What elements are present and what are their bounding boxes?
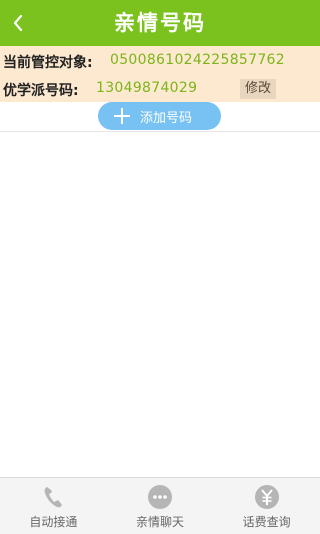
tab-label-balance-query: 话费查询 — [242, 515, 291, 529]
tab-balance-query[interactable]: 话费查询 — [213, 478, 320, 534]
control-info-panel: 当前管控对象: 0500861024225857762 优学派号码: 13049… — [0, 46, 320, 103]
tab-family-chat[interactable]: 亲情聊天 — [107, 478, 214, 534]
controlled-target-label: 当前管控对象: — [3, 55, 93, 71]
yuan-icon — [254, 484, 280, 510]
plus-icon — [114, 108, 130, 124]
edit-button[interactable]: 修改 — [240, 79, 276, 99]
title-bar: 亲情号码 — [0, 0, 320, 46]
add-number-bar: 添加号码 — [0, 102, 320, 132]
tab-label-auto-answer: 自动接通 — [29, 515, 78, 529]
controlled-target-value: 0500861024225857762 — [110, 52, 285, 68]
add-number-label: 添加号码 — [140, 110, 193, 126]
device-number-row: 优学派号码: 13049874029 修改 — [0, 75, 320, 103]
tab-auto-answer[interactable]: 自动接通 — [0, 478, 107, 534]
bottom-tab-bar: 自动接通 亲情聊天 话费查询 — [0, 477, 320, 534]
chat-icon — [147, 484, 173, 510]
controlled-target-row: 当前管控对象: 0500861024225857762 — [0, 47, 320, 75]
device-number-label: 优学派号码: — [3, 83, 79, 99]
family-number-list — [0, 132, 320, 476]
page-title: 亲情号码 — [114, 11, 206, 35]
device-number-value: 13049874029 — [96, 80, 198, 96]
phone-icon — [40, 484, 66, 510]
tab-label-family-chat: 亲情聊天 — [136, 515, 185, 529]
add-number-button[interactable]: 添加号码 — [98, 102, 221, 130]
